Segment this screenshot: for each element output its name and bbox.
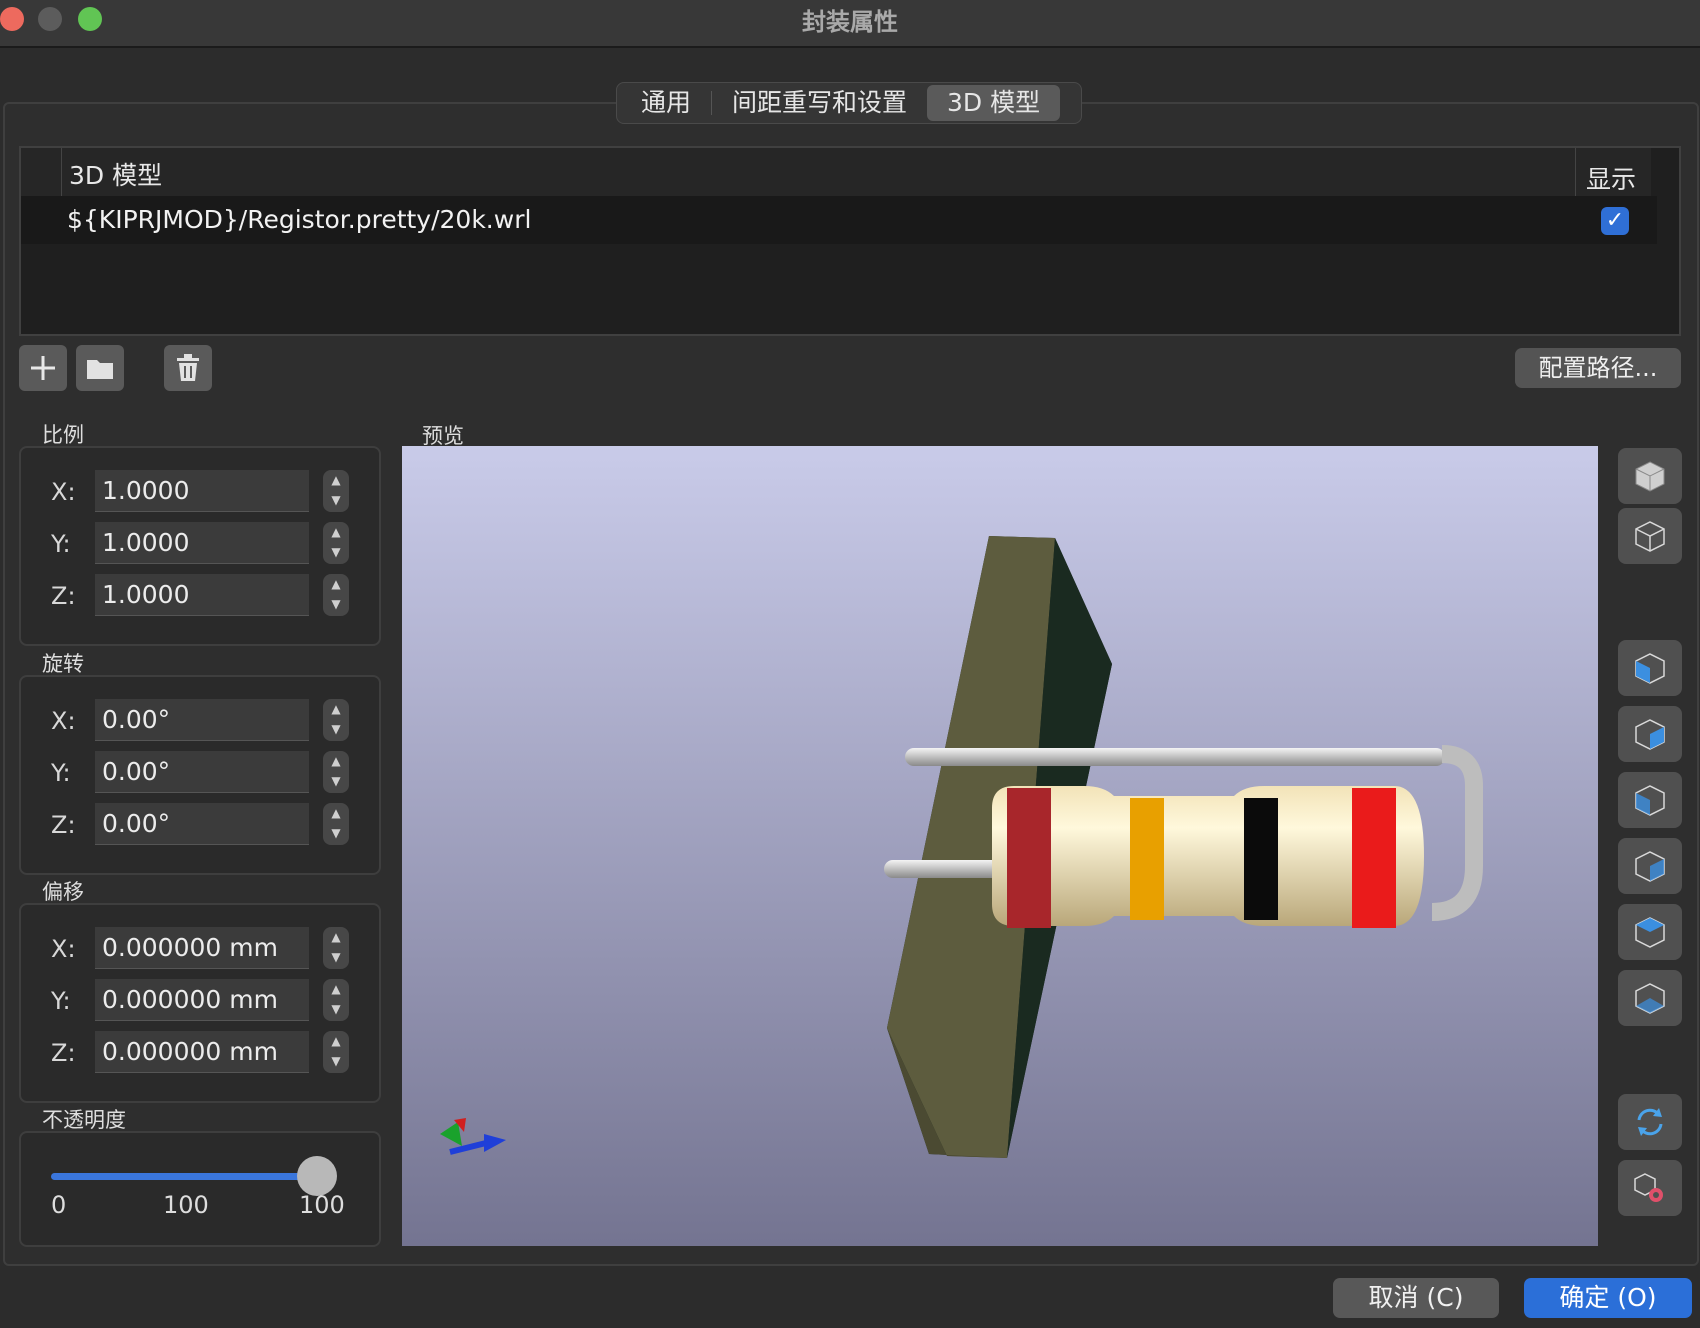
- render-settings-icon: [1634, 1173, 1663, 1202]
- 3d-preview-canvas[interactable]: [402, 446, 1598, 1246]
- view-top-button[interactable]: [1618, 904, 1682, 960]
- rotation-x-row: X: 0.00° ▲ ▼: [21, 699, 381, 743]
- resistor-3d-render: [402, 446, 1598, 1246]
- model-path-cell[interactable]: ${KIPRJMOD}/Registor.pretty/20k.wrl: [67, 205, 531, 234]
- opacity-group: 0 100 100: [19, 1131, 381, 1247]
- delete-model-button[interactable]: [164, 345, 212, 391]
- scale-group-title: 比例: [42, 423, 84, 447]
- scale-z-stepper[interactable]: ▲ ▼: [323, 574, 349, 616]
- folder-icon: [87, 360, 113, 379]
- add-icon: [31, 356, 55, 380]
- view-left-button[interactable]: [1618, 640, 1682, 696]
- show-model-checkbox[interactable]: ✓: [1601, 207, 1629, 235]
- title-bar: 封装属性: [0, 0, 1700, 48]
- ok-button[interactable]: 确定 (O): [1524, 1278, 1692, 1318]
- scale-x-label: X:: [51, 478, 76, 506]
- scale-x-row: X: 1.0000 ▲ ▼: [21, 470, 381, 514]
- offset-x-label: X:: [51, 935, 76, 963]
- column-header-model[interactable]: 3D 模型: [69, 156, 162, 192]
- view-top-icon: [1635, 917, 1665, 948]
- offset-y-label: Y:: [51, 987, 71, 1015]
- view-back-icon: [1635, 851, 1665, 882]
- scale-y-stepper[interactable]: ▲ ▼: [323, 522, 349, 564]
- opacity-value-label: 100: [163, 1191, 209, 1219]
- view-isometric-icon: [1635, 461, 1665, 492]
- scale-z-row: Z: 1.0000 ▲ ▼: [21, 574, 381, 618]
- rotation-z-label: Z:: [51, 811, 76, 839]
- trash-icon: [177, 354, 199, 381]
- rotation-x-stepper[interactable]: ▲ ▼: [323, 699, 349, 741]
- rotation-y-label: Y:: [51, 759, 71, 787]
- cancel-button[interactable]: 取消 (C): [1333, 1278, 1499, 1318]
- rotation-group: X: 0.00° ▲ ▼ Y: 0.00° ▲ ▼ Z: 0.00° ▲ ▼: [19, 675, 381, 875]
- rotation-z-stepper[interactable]: ▲ ▼: [323, 803, 349, 845]
- rotation-x-label: X:: [51, 707, 76, 735]
- view-left-icon: [1635, 653, 1665, 684]
- column-header-show-label: 显示: [1586, 165, 1637, 194]
- offset-z-row: Z: 0.000000 mm ▲ ▼: [21, 1031, 381, 1075]
- offset-z-label: Z:: [51, 1039, 76, 1067]
- view-wireframe-button[interactable]: [1618, 508, 1682, 564]
- scale-y-row: Y: 1.0000 ▲ ▼: [21, 522, 381, 566]
- rotation-y-stepper[interactable]: ▲ ▼: [323, 751, 349, 793]
- offset-x-stepper[interactable]: ▲ ▼: [323, 927, 349, 969]
- configure-paths-button[interactable]: 配置路径...: [1515, 348, 1681, 388]
- view-bottom-icon: [1635, 983, 1665, 1014]
- view-front-button[interactable]: [1618, 772, 1682, 828]
- browse-model-button[interactable]: [76, 345, 124, 391]
- opacity-max-label: 100: [299, 1191, 345, 1219]
- rotation-group-title: 旋转: [42, 652, 84, 676]
- model-table: 3D 模型 显示 ${KIPRJMOD}/Registor.pretty/20k…: [19, 146, 1681, 336]
- opacity-group-title: 不透明度: [42, 1108, 126, 1132]
- header-corner: [21, 148, 62, 196]
- scale-y-label: Y:: [51, 530, 71, 558]
- view-back-button[interactable]: [1618, 838, 1682, 894]
- view-isometric-button[interactable]: [1618, 448, 1682, 504]
- view-bottom-button[interactable]: [1618, 970, 1682, 1026]
- view-wireframe-icon: [1635, 521, 1665, 552]
- tab-bar: 通用 间距重写和设置 3D 模型: [616, 82, 1082, 124]
- add-model-button[interactable]: [19, 345, 67, 391]
- scale-x-stepper[interactable]: ▲ ▼: [323, 470, 349, 512]
- offset-y-input[interactable]: 0.000000 mm: [95, 979, 309, 1021]
- column-header-show[interactable]: 显示: [1575, 148, 1652, 196]
- view-right-icon: [1635, 719, 1665, 750]
- offset-z-stepper[interactable]: ▲ ▼: [323, 1031, 349, 1073]
- window-title: 封装属性: [802, 8, 898, 36]
- rotation-x-input[interactable]: 0.00°: [95, 699, 309, 741]
- opacity-min-label: 0: [51, 1191, 67, 1219]
- rotation-y-row: Y: 0.00° ▲ ▼: [21, 751, 381, 795]
- offset-y-row: Y: 0.000000 mm ▲ ▼: [21, 979, 381, 1023]
- tab-3d-models[interactable]: 3D 模型: [927, 85, 1061, 121]
- opacity-slider-track[interactable]: [51, 1173, 323, 1180]
- scale-z-input[interactable]: 1.0000: [95, 574, 309, 616]
- view-front-icon: [1635, 785, 1665, 816]
- render-settings-button[interactable]: [1618, 1160, 1682, 1216]
- offset-x-row: X: 0.000000 mm ▲ ▼: [21, 927, 381, 971]
- tab-general[interactable]: 通用: [621, 85, 711, 121]
- scale-group: X: 1.0000 ▲ ▼ Y: 1.0000 ▲ ▼ Z: 1.0000 ▲ ▼: [19, 446, 381, 646]
- offset-group-title: 偏移: [42, 880, 84, 904]
- table-row[interactable]: ${KIPRJMOD}/Registor.pretty/20k.wrl ✓: [21, 196, 1657, 244]
- scale-x-input[interactable]: 1.0000: [95, 470, 309, 512]
- reload-icon: [1637, 1108, 1663, 1136]
- reload-view-button[interactable]: [1618, 1094, 1682, 1150]
- rotation-z-input[interactable]: 0.00°: [95, 803, 309, 845]
- model-table-header: 3D 模型 显示: [21, 148, 1651, 197]
- scale-z-label: Z:: [51, 582, 76, 610]
- view-right-button[interactable]: [1618, 706, 1682, 762]
- opacity-slider-thumb[interactable]: [297, 1156, 337, 1196]
- offset-z-input[interactable]: 0.000000 mm: [95, 1031, 309, 1073]
- offset-group: X: 0.000000 mm ▲ ▼ Y: 0.000000 mm ▲ ▼ Z: 0…: [19, 903, 381, 1103]
- rotation-y-input[interactable]: 0.00°: [95, 751, 309, 793]
- offset-y-stepper[interactable]: ▲ ▼: [323, 979, 349, 1021]
- rotation-z-row: Z: 0.00° ▲ ▼: [21, 803, 381, 847]
- scale-y-input[interactable]: 1.0000: [95, 522, 309, 564]
- tab-clearance-overrides[interactable]: 间距重写和设置: [712, 85, 927, 121]
- offset-x-input[interactable]: 0.000000 mm: [95, 927, 309, 969]
